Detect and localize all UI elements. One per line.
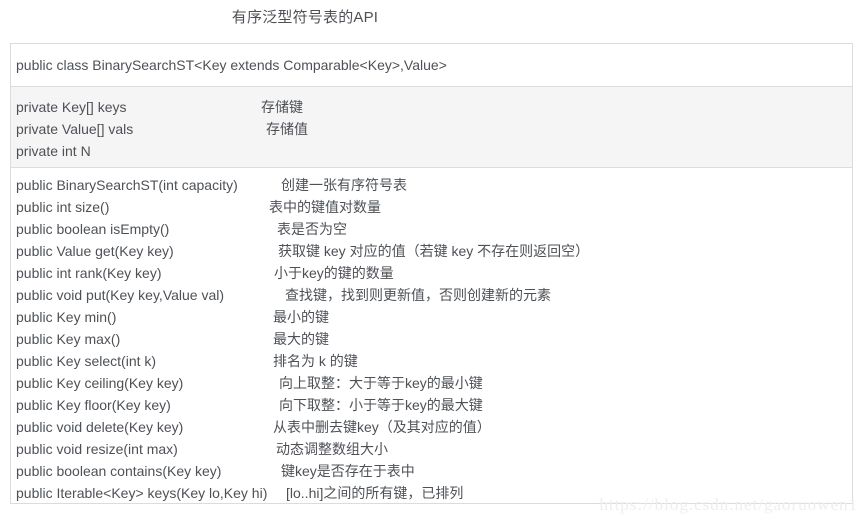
method-description: 最大的键 xyxy=(273,331,329,347)
method-row: public Key floor(Key key) 向下取整：小于等于key的最大… xyxy=(11,394,852,416)
field-row: private int N xyxy=(11,140,852,162)
method-signature: public Iterable<Key> keys(Key lo,Key hi) xyxy=(16,485,268,501)
method-description: 查找键，找到则更新值，否则创建新的元素 xyxy=(285,287,551,303)
method-signature: public Key min() xyxy=(16,309,117,325)
method-description: 从表中删去键key（及其对应的值） xyxy=(273,419,491,435)
method-row: public int size() 表中的键值对数量 xyxy=(11,196,852,218)
method-description: [lo..hi]之间的所有键，已排列 xyxy=(286,485,464,501)
field-signature: private Value[] vals xyxy=(16,121,134,137)
method-row: public Key ceiling(Key key) 向上取整：大于等于key的… xyxy=(11,372,852,394)
method-signature: public Key floor(Key key) xyxy=(16,397,171,413)
method-signature: public Key select(int k) xyxy=(16,353,157,369)
method-description: 键key是否存在于表中 xyxy=(281,463,415,479)
field-signature: private Key[] keys xyxy=(16,99,127,115)
method-signature: public boolean contains(Key key) xyxy=(16,463,222,479)
method-row: public BinarySearchST(int capacity) 创建一张有… xyxy=(11,174,852,196)
field-description: 存储值 xyxy=(266,121,308,137)
class-declaration-section: public class BinarySearchST<Key extends … xyxy=(11,44,852,87)
method-row: public Key min() 最小的键 xyxy=(11,306,852,328)
method-signature: public Key max() xyxy=(16,331,121,347)
method-signature: public void delete(Key key) xyxy=(16,419,184,435)
method-description: 排名为 k 的键 xyxy=(273,353,358,369)
method-description: 创建一张有序符号表 xyxy=(281,177,407,193)
method-row: public Value get(Key key) 获取键 key 对应的值（若键… xyxy=(11,240,852,262)
method-row: public int rank(Key key) 小于key的键的数量 xyxy=(11,262,852,284)
field-row: private Key[] keys 存储键 xyxy=(11,96,852,118)
page-title: 有序泛型符号表的API xyxy=(231,9,379,26)
method-description: 动态调整数组大小 xyxy=(276,441,388,457)
method-signature: public Key ceiling(Key key) xyxy=(16,375,184,391)
field-row: private Value[] vals 存储值 xyxy=(11,118,852,140)
method-description: 获取键 key 对应的值（若键 key 不存在则返回空） xyxy=(278,243,590,259)
methods-section: public BinarySearchST(int capacity) 创建一张有… xyxy=(11,168,852,503)
method-row: public Key max() 最大的键 xyxy=(11,328,852,350)
api-table: public class BinarySearchST<Key extends … xyxy=(10,43,853,504)
method-row: public boolean contains(Key key) 键key是否存在… xyxy=(11,460,852,482)
method-signature: public int rank(Key key) xyxy=(16,265,162,281)
method-signature: public void resize(int max) xyxy=(16,441,178,457)
watermark: https://blog.csdn.net/gaoruowen1 xyxy=(599,495,858,514)
method-description: 向下取整：小于等于key的最大键 xyxy=(279,397,483,413)
method-row: public Key select(int k) 排名为 k 的键 xyxy=(11,350,852,372)
method-description: 最小的键 xyxy=(273,309,329,325)
field-signature: private int N xyxy=(16,143,91,159)
field-description: 存储键 xyxy=(261,99,303,115)
method-signature: public boolean isEmpty() xyxy=(16,221,170,237)
fields-section: private Key[] keys 存储键 private Value[] val… xyxy=(11,87,852,168)
method-description: 表中的键值对数量 xyxy=(269,199,381,215)
method-signature: public int size() xyxy=(16,199,110,215)
method-signature: public BinarySearchST(int capacity) xyxy=(16,177,238,193)
method-row: public void delete(Key key) 从表中删去键key（及其对… xyxy=(11,416,852,438)
method-description: 表是否为空 xyxy=(277,221,347,237)
method-row: public void resize(int max) 动态调整数组大小 xyxy=(11,438,852,460)
method-description: 向上取整：大于等于key的最小键 xyxy=(279,375,483,391)
method-row: public boolean isEmpty() 表是否为空 xyxy=(11,218,852,240)
method-signature: public void put(Key key,Value val) xyxy=(16,287,225,303)
method-row: public void put(Key key,Value val) 查找键，找到… xyxy=(11,284,852,306)
method-signature: public Value get(Key key) xyxy=(16,243,174,259)
method-description: 小于key的键的数量 xyxy=(274,265,394,281)
class-declaration: public class BinarySearchST<Key extends … xyxy=(16,57,447,73)
